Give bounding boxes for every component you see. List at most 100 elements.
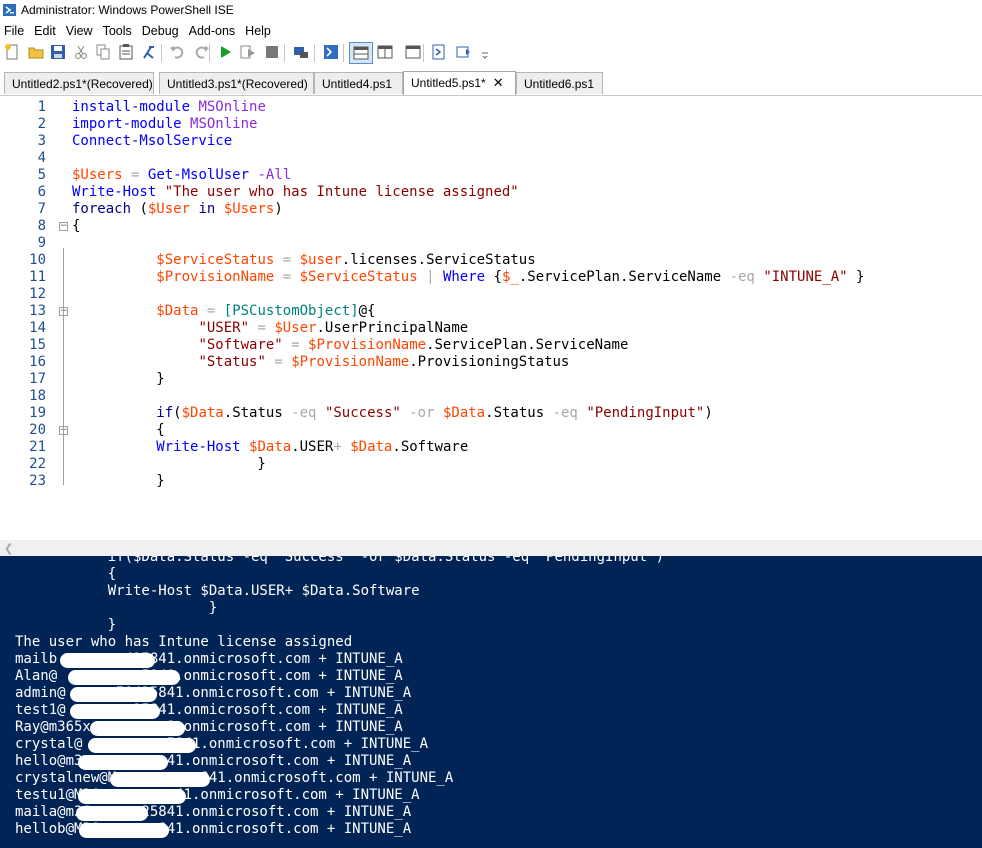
code-line[interactable]: $ProvisionName = $ServiceStatus | Where … [72,269,864,285]
code-token: + [333,439,342,455]
close-tab-icon[interactable]: ✕ [493,75,504,90]
line-number: 10 [29,252,46,268]
code-token: $Data [156,303,199,319]
undo-button[interactable] [168,43,186,61]
code-token: "The user who has Intune license assigne… [164,184,519,200]
powershell-ise-icon [3,4,16,16]
code-line[interactable]: Write-Host "The user who has Intune lice… [72,184,519,200]
copy-button[interactable] [94,43,112,61]
scroll-left-icon[interactable]: ❮ [4,542,13,555]
fold-toggle-icon[interactable]: − [59,222,68,231]
cut-button[interactable] [72,43,90,61]
code-line[interactable]: import-module MSOnline [72,116,257,132]
code-line[interactable]: if($Data.Status -eq "Success" -or $Data.… [72,405,712,421]
code-line[interactable]: { [72,422,165,438]
line-number: 16 [29,354,46,370]
run-selection-button[interactable] [239,43,257,61]
open-folder-button[interactable] [27,43,45,61]
code-token: ( [173,405,182,421]
code-token: . [527,337,536,353]
console-line: } [15,617,117,633]
code-token: = [282,269,292,285]
line-number: 15 [29,337,46,353]
toolbar-separator [423,44,424,62]
code-line[interactable]: { [72,218,80,234]
code-token: = [257,320,266,336]
menu-view[interactable]: View [62,22,99,38]
redaction-mark [110,772,210,787]
code-line[interactable]: Write-Host $Data.USER+ $Data.Software [72,439,468,455]
remote-powershell-icon [294,47,308,58]
redaction-mark [60,653,155,668]
code-line[interactable]: } [72,473,164,489]
tab-untitled4[interactable]: Untitled4.ps1 [314,72,403,94]
code-line[interactable]: "Status" = $ProvisionName.ProvisioningSt… [72,354,569,370]
fold-guide [63,248,64,485]
open-folder-icon [28,47,44,59]
paste-icon [119,44,133,60]
powershell-console-button[interactable] [322,43,340,61]
paste-button[interactable] [117,43,135,61]
code-token: $ProvisionName [308,337,427,353]
code-line[interactable]: } [72,456,265,472]
code-line[interactable]: install-module MSOnline [72,99,266,115]
tab-untitled5[interactable]: Untitled5.ps1* ✕ [403,71,516,95]
menu-help[interactable]: Help [241,22,277,38]
code-token: . [485,405,494,421]
code-token: foreach [72,201,132,217]
addons-button[interactable] [455,43,473,61]
code-token: Where [442,269,486,285]
code-token: $ServiceStatus [299,269,418,285]
redaction-mark [90,721,185,736]
layout-top-button[interactable] [349,42,373,64]
save-button[interactable] [49,43,67,61]
code-token: "INTUNE_A" [763,269,848,285]
code-line[interactable]: "Software" = $ProvisionName.ServicePlan.… [72,337,628,353]
clear-console-icon [143,46,154,59]
horizontal-scrollbar[interactable]: ❮ [0,540,982,556]
menu-debug[interactable]: Debug [138,22,185,38]
tab-untitled3[interactable]: Untitled3.ps1*(Recovered) [159,72,314,94]
code-line[interactable]: "USER" = $User.UserPrincipalName [72,320,468,336]
code-token: { [72,422,165,438]
console-pane[interactable]: if($Data.Status -eq "Success" -or $Data.… [0,556,982,848]
tab-untitled2[interactable]: Untitled2.ps1*(Recovered) [4,72,154,94]
toolbar [0,40,982,66]
stop-button[interactable] [263,43,281,61]
redaction-mark [78,789,186,804]
code-token: MSOnline [198,99,266,115]
new-file-button[interactable] [3,43,21,61]
code-line[interactable]: $Data = [PSCustomObject]@{ [72,303,375,319]
script-editor[interactable]: 1 install-module MSOnline 2 import-module M… [0,96,982,540]
menu-file[interactable]: File [0,22,30,38]
code-line[interactable]: foreach ($User in $Users) [72,201,283,217]
run-button[interactable] [216,43,234,61]
commands-button[interactable] [430,43,448,61]
layout-max-button[interactable] [404,43,422,61]
menu-tools[interactable]: Tools [99,22,138,38]
tab-untitled6[interactable]: Untitled6.ps1 [516,72,603,94]
clear-console-button[interactable] [140,43,158,61]
code-line[interactable]: $ServiceStatus = $user.licenses.ServiceS… [72,252,535,268]
menu-add-ons[interactable]: Add-ons [185,22,242,38]
code-line[interactable]: Connect-MsolService [72,133,232,149]
code-token: if [156,405,174,421]
redaction-mark [76,806,148,821]
code-line[interactable]: } [72,371,164,387]
code-token: "USER" [198,320,250,336]
redaction-mark [79,823,169,838]
layout-right-button[interactable] [376,43,394,61]
code-token: Connect-MsolService [72,133,233,149]
more-button[interactable] [476,43,494,61]
code-token: ) [274,201,283,217]
code-line[interactable]: $Users = Get-MsolUser -All [72,167,291,183]
remote-powershell-button[interactable] [292,43,310,61]
menu-edit[interactable]: Edit [30,22,62,38]
code-token: . [316,320,325,336]
console-line: maila@m36 25841.onmicrosoft.com + INTUNE… [15,804,412,820]
